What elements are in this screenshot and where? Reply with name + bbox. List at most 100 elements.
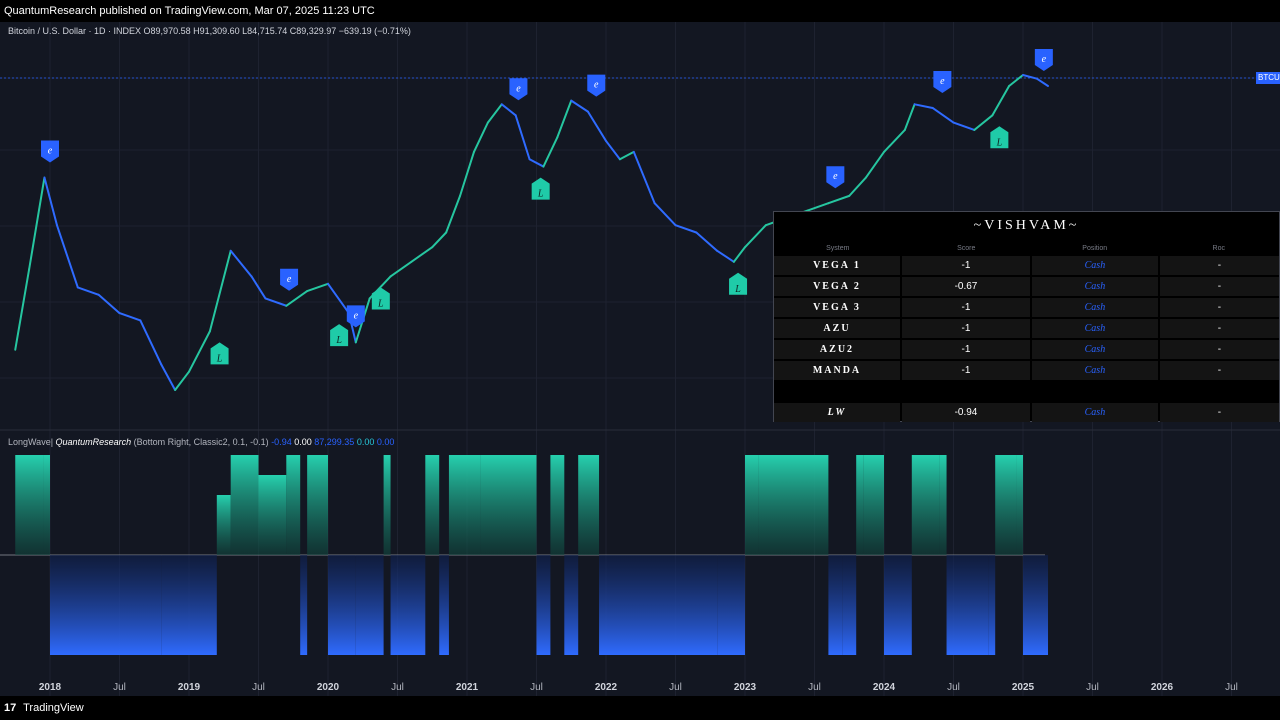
long-signal-label: L [734, 284, 741, 295]
price-segment [174, 370, 190, 391]
x-tick-label: 2024 [873, 682, 896, 693]
osc-bar-positive [480, 455, 537, 555]
price-segment [285, 290, 309, 307]
price-segment [991, 84, 1011, 117]
system-name: VEGA 2 [774, 277, 900, 296]
price-segment [229, 249, 253, 278]
x-tick-label: Jul [391, 682, 404, 693]
osc-bar-positive [383, 455, 391, 555]
symbol-name: Bitcoin / U.S. Dollar · 1D · INDEX [8, 26, 142, 36]
price-segment [486, 103, 503, 124]
price-segment [556, 99, 573, 139]
indicator-name: LongWave| [8, 437, 54, 447]
price-segment [327, 282, 350, 315]
ohlc-close: C89,329.97 [289, 26, 337, 36]
price-segment [973, 114, 994, 131]
osc-bar-positive [258, 475, 287, 555]
price-segment [848, 176, 867, 197]
dashboard-row: VEGA 1 -1 Cash - [774, 256, 1280, 275]
osc-bar-positive [578, 455, 600, 555]
osc-bar-positive [1016, 455, 1023, 555]
x-tick-label: 2019 [178, 682, 201, 693]
symbol-legend[interactable]: Bitcoin / U.S. Dollar · 1D · INDEX O89,9… [8, 26, 411, 36]
exit-signal-label: e [287, 274, 292, 285]
osc-bar-positive [995, 455, 1017, 555]
dashboard-row: VEGA 2 -0.67 Cash - [774, 277, 1280, 296]
x-tick-label: 2022 [595, 682, 618, 693]
x-tick-label: 2025 [1012, 682, 1035, 693]
osc-bar-positive [43, 455, 50, 555]
long-signal-icon: L [210, 342, 229, 365]
price-segment [55, 224, 79, 289]
osc-bar-positive [863, 455, 884, 555]
x-tick-label: 2023 [734, 682, 757, 693]
price-segment [472, 121, 489, 153]
system-name: VEGA 1 [774, 256, 900, 275]
x-tick-label: Jul [252, 682, 265, 693]
osc-bar-negative [439, 555, 449, 655]
price-segment [542, 136, 559, 168]
long-signal-label: L [335, 335, 342, 346]
dashboard-spacer [774, 382, 1279, 401]
exit-signal-icon: e [1034, 48, 1053, 71]
price-segment [76, 286, 100, 296]
osc-bar-negative [161, 555, 217, 655]
osc-bar-positive [15, 455, 44, 555]
osc-bar-positive [939, 455, 947, 555]
header-roc: Roc [1212, 245, 1225, 252]
price-segment [695, 231, 719, 252]
price-segment [903, 103, 916, 131]
publisher-text: QuantumResearch published on TradingView… [4, 5, 375, 17]
long-signal-label: L [996, 137, 1003, 148]
exit-signal-icon: e [280, 268, 299, 291]
indicator-legend[interactable]: LongWave| QuantumResearch (Bottom Right,… [8, 437, 394, 447]
price-tag: BTCUSD [1256, 72, 1280, 84]
system-roc: - [1159, 298, 1280, 317]
system-position: Cash [1031, 361, 1158, 380]
osc-bar-negative [50, 555, 162, 655]
total-score: -0.94 [901, 403, 1030, 422]
osc-bar-negative [390, 555, 426, 655]
system-score: -0.67 [901, 277, 1030, 296]
ohlc-low: L84,715.74 [242, 26, 288, 36]
osc-bar-negative [946, 555, 989, 655]
system-roc: - [1159, 256, 1280, 275]
x-axis: 2018 Jul 2019 Jul 2020 Jul 2021 Jul 2022 Jul 2023 J… [39, 682, 1238, 693]
price-segment [1008, 74, 1024, 87]
price-segment [43, 176, 58, 227]
indicator-value-5: 0.00 [376, 437, 395, 447]
price-segment [389, 260, 413, 278]
system-name: AZU2 [774, 340, 900, 359]
system-roc: - [1159, 319, 1280, 338]
system-position: Cash [1031, 277, 1158, 296]
indicator-params: (Bottom Right, Classic2, 0.1, -0.1) [133, 437, 269, 447]
osc-bar-negative [606, 555, 676, 655]
price-segment [827, 194, 851, 205]
header-score: Score [957, 245, 976, 252]
price-segment [431, 231, 448, 249]
osc-bar-negative [988, 555, 996, 655]
price-segment [188, 330, 211, 373]
price-segment [14, 268, 31, 351]
x-tick-label: Jul [808, 682, 821, 693]
system-roc: - [1159, 361, 1280, 380]
osc-bar-positive [216, 495, 231, 555]
osc-bar-positive [230, 455, 259, 555]
osc-bar-positive [425, 455, 440, 555]
price-segment [28, 176, 46, 271]
long-signal-icon: L [371, 287, 390, 310]
price-segment [118, 312, 142, 322]
x-tick-label: Jul [1086, 682, 1099, 693]
osc-bar-negative [536, 555, 551, 655]
indicator-author: QuantumResearch [55, 437, 132, 447]
osc-bar-positive [286, 455, 301, 555]
osc-bar-negative [675, 555, 718, 655]
dashboard-header: System Score Position Roc [774, 242, 1279, 256]
dashboard-row: AZU2 -1 Cash - [774, 340, 1280, 359]
osc-bar-negative [884, 555, 912, 655]
price-segment [514, 114, 531, 161]
price-segment [931, 106, 955, 124]
system-name: AZU [774, 319, 900, 338]
price-segment [500, 103, 517, 117]
exit-signal-icon: e [41, 140, 59, 163]
